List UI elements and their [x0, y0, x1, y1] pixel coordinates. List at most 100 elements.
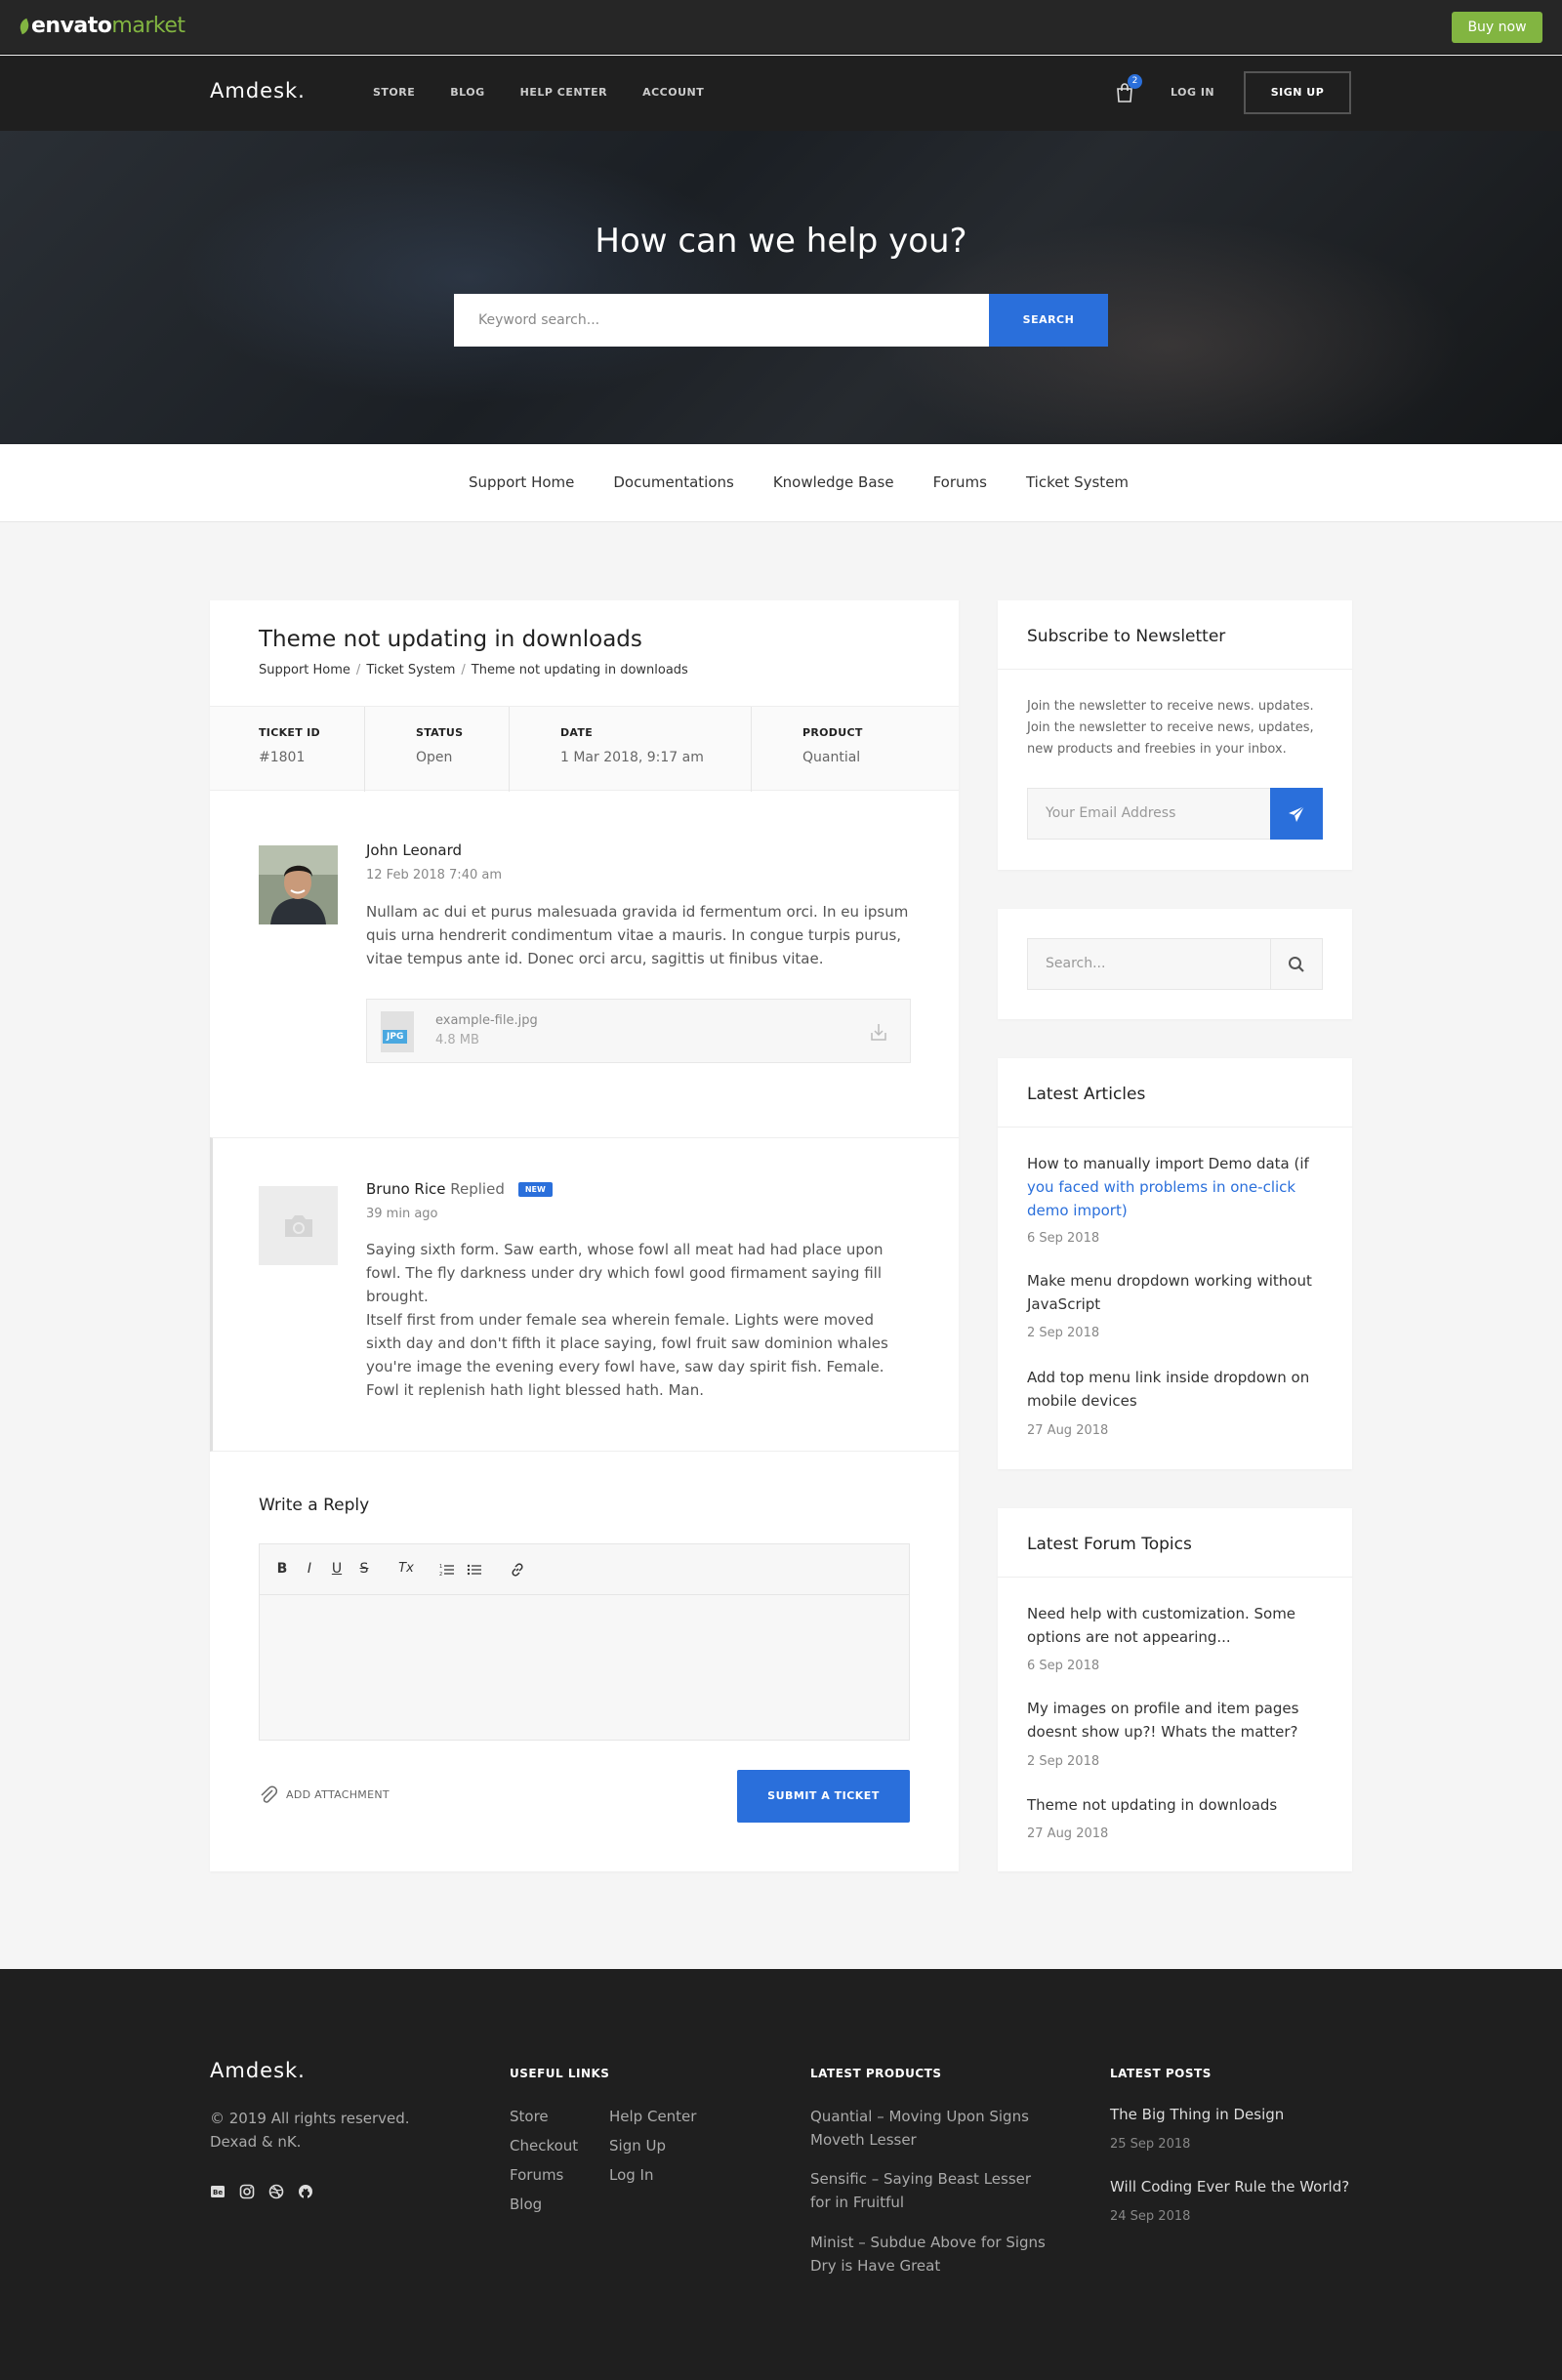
ticket-title: Theme not updating in downloads [259, 627, 642, 652]
bullet-list-icon[interactable] [467, 1561, 482, 1579]
github-icon[interactable] [298, 2184, 313, 2199]
cart-button[interactable]: 2 [1115, 74, 1142, 103]
footer-post-date: 25 Sep 2018 [1110, 2137, 1191, 2152]
reply-body-2: Itself first from under female sea where… [366, 1311, 888, 1399]
newsletter-card: Subscribe to Newsletter Join the newslet… [998, 600, 1352, 870]
link-icon[interactable] [510, 1561, 525, 1579]
latest-articles-card: Latest Articles How to manually import D… [998, 1058, 1352, 1469]
divider [998, 1127, 1352, 1128]
reply-body-1: Saying sixth form. Saw earth, whose fowl… [366, 1241, 884, 1305]
behance-icon[interactable]: Be [210, 2184, 226, 2199]
envato-leaf-icon [17, 18, 32, 35]
footer-product-link[interactable]: Sensific – Saying Beast Lesser for in Fr… [810, 2167, 1054, 2214]
footer-post-date: 24 Sep 2018 [1110, 2209, 1191, 2224]
footer-product-link[interactable]: Minist – Subdue Above for Signs Dry is H… [810, 2231, 1054, 2277]
add-attachment-button[interactable]: ADD ATTACHMENT [259, 1785, 390, 1806]
divider [998, 669, 1352, 670]
underline-button[interactable]: U [330, 1561, 344, 1579]
strike-button[interactable]: S [357, 1561, 371, 1579]
nav-store[interactable]: STORE [373, 86, 415, 99]
message-body: Nullam ac dui et purus malesuada gravida… [366, 903, 909, 967]
avatar-john-leonard [259, 845, 338, 924]
meta-ticket-id: TICKET ID #1801 [210, 707, 365, 792]
hero-search-button[interactable]: SEARCH [989, 294, 1108, 347]
breadcrumb-support-home[interactable]: Support Home [259, 663, 350, 677]
nav-blog[interactable]: BLOG [450, 86, 484, 99]
footer-brand[interactable]: Amdesk. [210, 2059, 306, 2082]
meta-value: 1 Mar 2018, 9:17 am [560, 750, 704, 765]
forum-topic-link[interactable]: Theme not updating in downloads [1027, 1793, 1320, 1817]
social-links: Be [210, 2184, 313, 2199]
site-header: Amdesk. STORE BLOG HELP CENTER ACCOUNT 2… [0, 56, 1562, 131]
subnav-ticket-system[interactable]: Ticket System [1026, 473, 1129, 491]
attachment-size: 4.8 MB [435, 1033, 479, 1047]
reply-author: Bruno Rice Replied NEW [366, 1180, 553, 1198]
envato-logo-text: envato [31, 14, 112, 38]
ordered-list-icon[interactable]: 12 [439, 1561, 455, 1579]
breadcrumb-ticket-system[interactable]: Ticket System [366, 663, 455, 677]
footer-link-help-center[interactable]: Help Center [609, 2108, 696, 2125]
subnav-documentations[interactable]: Documentations [613, 473, 733, 491]
envato-logo[interactable]: envatomarket [17, 14, 185, 38]
message-author[interactable]: John Leonard [366, 841, 462, 859]
footer-link-blog[interactable]: Blog [510, 2195, 542, 2213]
reply-author-name[interactable]: Bruno Rice [366, 1180, 445, 1198]
bold-button[interactable]: B [275, 1561, 289, 1579]
newsletter-text: Join the newsletter to receive news. upd… [1027, 699, 1314, 757]
breadcrumb: Support Home / Ticket System / Theme not upd… [259, 663, 688, 677]
footer-link-sign-up[interactable]: Sign Up [609, 2137, 666, 2154]
footer-link-log-in[interactable]: Log In [609, 2166, 654, 2184]
footer-copyright: © 2019 All rights reserved. Dexad & nK. [210, 2110, 410, 2151]
article-title-highlight: you faced with problems in one-click dem… [1027, 1178, 1296, 1219]
signup-button[interactable]: SIGN UP [1244, 71, 1351, 114]
subnav-forums[interactable]: Forums [933, 473, 987, 491]
article-link[interactable]: Add top menu link inside dropdown on mob… [1027, 1366, 1320, 1413]
sidebar-search-button[interactable] [1270, 938, 1323, 990]
cart-count-badge: 2 [1128, 74, 1142, 89]
svg-text:Be: Be [213, 2189, 223, 2196]
sidebar-search-input[interactable]: Search... [1027, 938, 1271, 990]
nav-help-center[interactable]: HELP CENTER [520, 86, 607, 99]
attachment-card[interactable]: JPG example-file.jpg 4.8 MB [366, 999, 911, 1063]
forum-topic-link[interactable]: My images on profile and item pages does… [1027, 1697, 1320, 1744]
meta-date: DATE 1 Mar 2018, 9:17 am [510, 707, 752, 792]
hero-background [176, 150, 761, 404]
italic-button[interactable]: I [303, 1561, 316, 1579]
keyword-search-input[interactable]: Keyword search... [454, 294, 989, 347]
footer-link-checkout[interactable]: Checkout [510, 2137, 578, 2154]
meta-label: TICKET ID [259, 726, 320, 739]
newsletter-email-input[interactable]: Your Email Address [1027, 788, 1271, 840]
forum-topic-link[interactable]: Need help with customization. Some optio… [1027, 1602, 1320, 1649]
footer-post-link[interactable]: Will Coding Ever Rule the World? [1110, 2178, 1349, 2195]
dribbble-icon[interactable] [268, 2184, 284, 2199]
brand-logo[interactable]: Amdesk. [210, 79, 306, 103]
forum-topic-date: 27 Aug 2018 [1027, 1826, 1109, 1841]
latest-posts-heading: LATEST POSTS [1110, 2067, 1212, 2080]
meta-label: PRODUCT [802, 726, 863, 739]
subnav-support-home[interactable]: Support Home [469, 473, 574, 491]
subnav-knowledge-base[interactable]: Knowledge Base [773, 473, 894, 491]
footer-post-link[interactable]: The Big Thing in Design [1110, 2106, 1284, 2123]
sidebar-search-card: Search... [998, 909, 1352, 1019]
download-icon[interactable] [869, 1021, 888, 1043]
main-nav: STORE BLOG HELP CENTER ACCOUNT [373, 86, 739, 99]
newsletter-submit-button[interactable] [1270, 788, 1323, 840]
footer-link-store[interactable]: Store [510, 2108, 549, 2125]
article-link[interactable]: How to manually import Demo data (if you… [1027, 1152, 1320, 1222]
submit-ticket-button[interactable]: SUBMIT A TICKET [737, 1770, 910, 1823]
nav-account[interactable]: ACCOUNT [642, 86, 704, 99]
support-subnav: Support Home Documentations Knowledge Ba… [0, 444, 1562, 522]
clear-format-button[interactable]: Tx [396, 1561, 416, 1579]
latest-forum-card: Latest Forum Topics Need help with custo… [998, 1508, 1352, 1871]
buy-now-button[interactable]: Buy now [1452, 12, 1542, 43]
instagram-icon[interactable] [239, 2184, 255, 2199]
login-link[interactable]: LOG IN [1171, 86, 1214, 99]
footer-product-link[interactable]: Quantial – Moving Upon Signs Moveth Less… [810, 2105, 1054, 2152]
latest-forum-title: Latest Forum Topics [1027, 1535, 1192, 1554]
paper-plane-icon [1289, 805, 1305, 822]
article-link[interactable]: Make menu dropdown working without JavaS… [1027, 1269, 1320, 1316]
useful-links-heading: USEFUL LINKS [510, 2067, 610, 2080]
meta-product: PRODUCT Quantial [752, 707, 959, 792]
reply-editor[interactable]: B I U S Tx 12 [259, 1543, 910, 1741]
footer-link-forums[interactable]: Forums [510, 2166, 563, 2184]
